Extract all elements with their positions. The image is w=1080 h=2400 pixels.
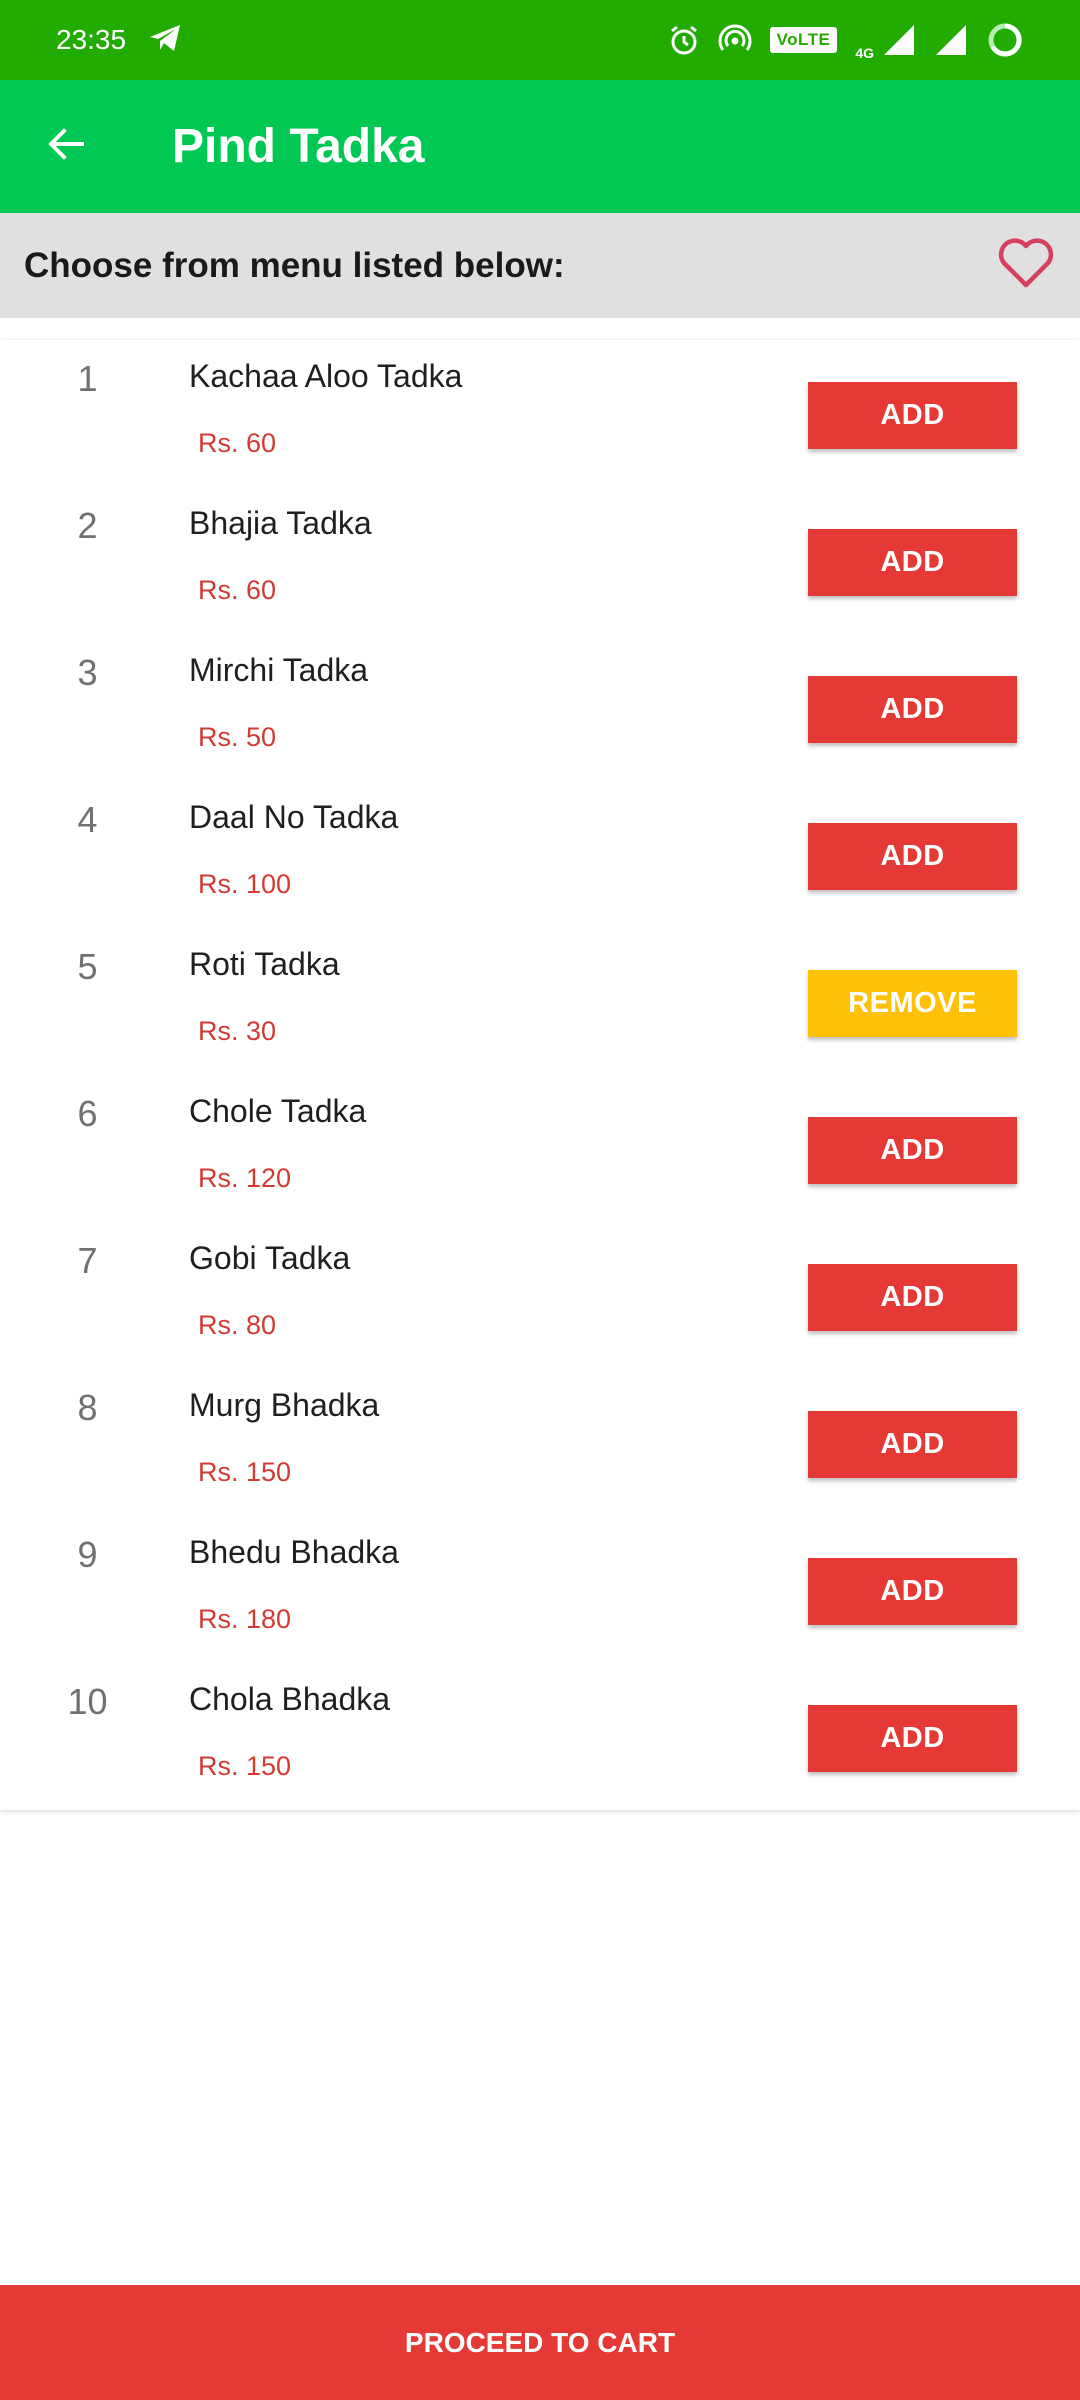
item-name: Chola Bhadka <box>189 1681 391 1717</box>
list-item: 9 Bhedu Bhadka Rs. 180 ADD <box>0 1516 1080 1663</box>
item-price: Rs. 50 <box>198 722 277 752</box>
item-name: Roti Tadka <box>189 946 340 982</box>
menu-instruction: Choose from menu listed below: <box>24 245 565 285</box>
volte-icon: VoLTE <box>769 27 838 53</box>
page-title: Pind Tadka <box>172 120 425 173</box>
item-number: 3 <box>77 652 98 693</box>
list-item: 2 Bhajia Tadka Rs. 60 ADD <box>0 487 1080 634</box>
item-name: Daal No Tadka <box>189 799 399 835</box>
item-name: Mirchi Tadka <box>189 652 369 688</box>
list-item: 3 Mirchi Tadka Rs. 50 ADD <box>0 634 1080 781</box>
item-price: Rs. 60 <box>198 428 277 458</box>
item-name: Kachaa Aloo Tadka <box>189 358 463 394</box>
item-number: 7 <box>77 1240 98 1281</box>
add-button[interactable]: ADD <box>808 1558 1017 1625</box>
item-number: 8 <box>77 1387 98 1428</box>
add-button[interactable]: ADD <box>808 823 1017 890</box>
item-name: Bhedu Bhadka <box>189 1534 399 1570</box>
battery-icon <box>986 21 1024 59</box>
add-button[interactable]: ADD <box>808 1117 1017 1184</box>
item-number: 6 <box>77 1093 98 1134</box>
add-button[interactable]: ADD <box>808 1264 1017 1331</box>
arrow-left-icon <box>46 124 86 169</box>
item-price: Rs. 60 <box>198 575 277 605</box>
item-name: Gobi Tadka <box>189 1240 351 1276</box>
list-item: 10 Chola Bhadka Rs. 150 ADD <box>0 1663 1080 1810</box>
list-item: 5 Roti Tadka Rs. 30 REMOVE <box>0 928 1080 1075</box>
proceed-to-cart-button[interactable]: PROCEED TO CART <box>0 2285 1080 2400</box>
add-button[interactable]: ADD <box>808 676 1017 743</box>
item-name: Bhajia Tadka <box>189 505 372 541</box>
menu-header: Choose from menu listed below: <box>0 213 1080 318</box>
heart-outline-icon <box>997 237 1055 294</box>
network-type: 4G <box>855 45 874 61</box>
item-price: Rs. 120 <box>198 1163 292 1193</box>
status-left: 23:35 <box>56 23 182 58</box>
item-price: Rs. 180 <box>198 1604 292 1634</box>
favorite-button[interactable] <box>990 230 1062 302</box>
item-price: Rs. 150 <box>198 1457 292 1487</box>
list-item: 8 Murg Bhadka Rs. 150 ADD <box>0 1369 1080 1516</box>
item-name: Murg Bhadka <box>189 1387 380 1423</box>
item-number: 1 <box>77 358 98 399</box>
list-item: 6 Chole Tadka Rs. 120 ADD <box>0 1075 1080 1222</box>
item-number: 5 <box>77 946 98 987</box>
status-right: VoLTE 4G <box>668 19 1025 61</box>
status-bar: 23:35 VoLTE 4G <box>0 0 1080 80</box>
menu-list: 1 Kachaa Aloo Tadka Rs. 60 ADD 2 Bhajia … <box>0 340 1080 1810</box>
signal-icon <box>882 23 916 57</box>
add-button[interactable]: ADD <box>808 529 1017 596</box>
signal-icon-2 <box>934 23 968 57</box>
status-time: 23:35 <box>56 24 127 55</box>
list-item: 4 Daal No Tadka Rs. 100 ADD <box>0 781 1080 928</box>
back-button[interactable] <box>0 80 132 213</box>
add-button[interactable]: ADD <box>808 382 1017 449</box>
item-number: 4 <box>77 799 98 840</box>
item-price: Rs. 150 <box>198 1751 292 1781</box>
item-number: 9 <box>77 1534 98 1575</box>
add-button[interactable]: ADD <box>808 1411 1017 1478</box>
item-number: 2 <box>77 505 98 546</box>
item-price: Rs. 100 <box>198 869 292 899</box>
remove-button[interactable]: REMOVE <box>808 970 1017 1037</box>
alarm-icon <box>668 24 700 56</box>
item-number: 10 <box>67 1681 108 1722</box>
item-price: Rs. 30 <box>198 1016 277 1046</box>
app-bar: Pind Tadka <box>0 80 1080 213</box>
list-item: 1 Kachaa Aloo Tadka Rs. 60 ADD <box>0 340 1080 487</box>
item-price: Rs. 80 <box>198 1310 277 1340</box>
hotspot-icon <box>718 24 752 56</box>
add-button[interactable]: ADD <box>808 1705 1017 1772</box>
telegram-icon <box>148 23 182 58</box>
item-name: Chole Tadka <box>189 1093 367 1129</box>
list-item: 7 Gobi Tadka Rs. 80 ADD <box>0 1222 1080 1369</box>
